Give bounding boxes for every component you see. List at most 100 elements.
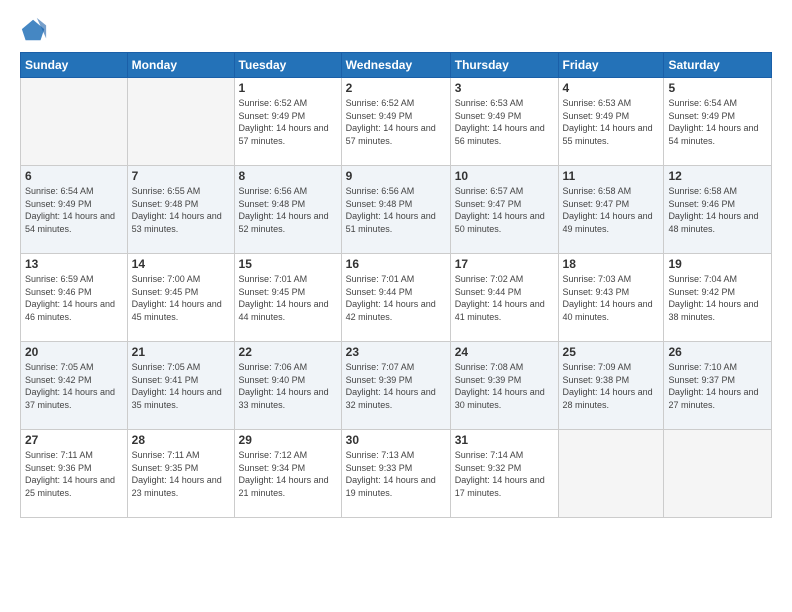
day-info: Sunrise: 7:12 AM Sunset: 9:34 PM Dayligh… — [239, 449, 337, 499]
day-info: Sunrise: 7:11 AM Sunset: 9:35 PM Dayligh… — [132, 449, 230, 499]
day-info: Sunrise: 7:08 AM Sunset: 9:39 PM Dayligh… — [455, 361, 554, 411]
day-number: 22 — [239, 345, 337, 359]
day-number: 16 — [346, 257, 446, 271]
day-info: Sunrise: 7:10 AM Sunset: 9:37 PM Dayligh… — [668, 361, 767, 411]
day-number: 18 — [563, 257, 660, 271]
day-cell — [558, 430, 664, 518]
day-info: Sunrise: 7:14 AM Sunset: 9:32 PM Dayligh… — [455, 449, 554, 499]
weekday-header-wednesday: Wednesday — [341, 53, 450, 78]
day-cell: 13 Sunrise: 6:59 AM Sunset: 9:46 PM Dayli… — [21, 254, 128, 342]
day-info: Sunrise: 7:01 AM Sunset: 9:45 PM Dayligh… — [239, 273, 337, 323]
day-info: Sunrise: 6:52 AM Sunset: 9:49 PM Dayligh… — [239, 97, 337, 147]
header — [20, 16, 772, 44]
day-info: Sunrise: 7:03 AM Sunset: 9:43 PM Dayligh… — [563, 273, 660, 323]
day-number: 19 — [668, 257, 767, 271]
week-row-1: 1 Sunrise: 6:52 AM Sunset: 9:49 PM Daylig… — [21, 78, 772, 166]
day-number: 28 — [132, 433, 230, 447]
day-number: 25 — [563, 345, 660, 359]
day-number: 12 — [668, 169, 767, 183]
day-number: 6 — [25, 169, 123, 183]
day-number: 2 — [346, 81, 446, 95]
week-row-3: 13 Sunrise: 6:59 AM Sunset: 9:46 PM Dayli… — [21, 254, 772, 342]
day-info: Sunrise: 7:13 AM Sunset: 9:33 PM Dayligh… — [346, 449, 446, 499]
day-cell: 9 Sunrise: 6:56 AM Sunset: 9:48 PM Daylig… — [341, 166, 450, 254]
day-cell: 6 Sunrise: 6:54 AM Sunset: 9:49 PM Daylig… — [21, 166, 128, 254]
day-number: 26 — [668, 345, 767, 359]
day-number: 21 — [132, 345, 230, 359]
day-info: Sunrise: 6:56 AM Sunset: 9:48 PM Dayligh… — [239, 185, 337, 235]
day-number: 30 — [346, 433, 446, 447]
day-number: 7 — [132, 169, 230, 183]
day-cell: 29 Sunrise: 7:12 AM Sunset: 9:34 PM Dayli… — [234, 430, 341, 518]
weekday-header-saturday: Saturday — [664, 53, 772, 78]
weekday-header-row: SundayMondayTuesdayWednesdayThursdayFrid… — [21, 53, 772, 78]
day-cell: 25 Sunrise: 7:09 AM Sunset: 9:38 PM Dayli… — [558, 342, 664, 430]
day-info: Sunrise: 6:53 AM Sunset: 9:49 PM Dayligh… — [455, 97, 554, 147]
day-number: 4 — [563, 81, 660, 95]
day-cell — [127, 78, 234, 166]
day-number: 24 — [455, 345, 554, 359]
day-info: Sunrise: 6:56 AM Sunset: 9:48 PM Dayligh… — [346, 185, 446, 235]
day-cell: 17 Sunrise: 7:02 AM Sunset: 9:44 PM Dayli… — [450, 254, 558, 342]
day-cell — [664, 430, 772, 518]
day-cell — [21, 78, 128, 166]
day-info: Sunrise: 7:07 AM Sunset: 9:39 PM Dayligh… — [346, 361, 446, 411]
day-cell: 1 Sunrise: 6:52 AM Sunset: 9:49 PM Daylig… — [234, 78, 341, 166]
day-info: Sunrise: 6:58 AM Sunset: 9:46 PM Dayligh… — [668, 185, 767, 235]
day-info: Sunrise: 6:55 AM Sunset: 9:48 PM Dayligh… — [132, 185, 230, 235]
day-info: Sunrise: 7:09 AM Sunset: 9:38 PM Dayligh… — [563, 361, 660, 411]
weekday-header-thursday: Thursday — [450, 53, 558, 78]
day-info: Sunrise: 7:02 AM Sunset: 9:44 PM Dayligh… — [455, 273, 554, 323]
day-number: 17 — [455, 257, 554, 271]
day-info: Sunrise: 6:59 AM Sunset: 9:46 PM Dayligh… — [25, 273, 123, 323]
day-info: Sunrise: 6:58 AM Sunset: 9:47 PM Dayligh… — [563, 185, 660, 235]
weekday-header-tuesday: Tuesday — [234, 53, 341, 78]
day-cell: 20Sunrise: 7:05 AM Sunset: 9:42 PM Dayli… — [21, 342, 128, 430]
day-number: 1 — [239, 81, 337, 95]
day-cell: 8 Sunrise: 6:56 AM Sunset: 9:48 PM Daylig… — [234, 166, 341, 254]
day-info: Sunrise: 7:00 AM Sunset: 9:45 PM Dayligh… — [132, 273, 230, 323]
day-cell: 24 Sunrise: 7:08 AM Sunset: 9:39 PM Dayli… — [450, 342, 558, 430]
day-cell: 31Sunrise: 7:14 AM Sunset: 9:32 PM Dayli… — [450, 430, 558, 518]
day-info: Sunrise: 7:06 AM Sunset: 9:40 PM Dayligh… — [239, 361, 337, 411]
day-number: 5 — [668, 81, 767, 95]
day-number: 11 — [563, 169, 660, 183]
day-cell: 5 Sunrise: 6:54 AM Sunset: 9:49 PM Daylig… — [664, 78, 772, 166]
day-cell: 14Sunrise: 7:00 AM Sunset: 9:45 PM Dayli… — [127, 254, 234, 342]
weekday-header-monday: Monday — [127, 53, 234, 78]
day-cell: 23 Sunrise: 7:07 AM Sunset: 9:39 PM Dayli… — [341, 342, 450, 430]
day-cell: 22 Sunrise: 7:06 AM Sunset: 9:40 PM Dayli… — [234, 342, 341, 430]
day-cell: 19 Sunrise: 7:04 AM Sunset: 9:42 PM Dayli… — [664, 254, 772, 342]
day-cell: 4 Sunrise: 6:53 AM Sunset: 9:49 PM Daylig… — [558, 78, 664, 166]
day-info: Sunrise: 6:54 AM Sunset: 9:49 PM Dayligh… — [668, 97, 767, 147]
day-cell: 16 Sunrise: 7:01 AM Sunset: 9:44 PM Dayli… — [341, 254, 450, 342]
day-number: 29 — [239, 433, 337, 447]
day-cell: 7 Sunrise: 6:55 AM Sunset: 9:48 PM Daylig… — [127, 166, 234, 254]
day-cell: 11 Sunrise: 6:58 AM Sunset: 9:47 PM Dayli… — [558, 166, 664, 254]
day-info: Sunrise: 6:57 AM Sunset: 9:47 PM Dayligh… — [455, 185, 554, 235]
day-info: Sunrise: 6:54 AM Sunset: 9:49 PM Dayligh… — [25, 185, 123, 235]
day-number: 20 — [25, 345, 123, 359]
day-number: 15 — [239, 257, 337, 271]
day-cell: 10 Sunrise: 6:57 AM Sunset: 9:47 PM Dayli… — [450, 166, 558, 254]
calendar: SundayMondayTuesdayWednesdayThursdayFrid… — [20, 52, 772, 518]
day-number: 9 — [346, 169, 446, 183]
day-number: 23 — [346, 345, 446, 359]
day-info: Sunrise: 6:53 AM Sunset: 9:49 PM Dayligh… — [563, 97, 660, 147]
day-cell: 2Sunrise: 6:52 AM Sunset: 9:49 PM Daylig… — [341, 78, 450, 166]
day-number: 8 — [239, 169, 337, 183]
day-cell: 12 Sunrise: 6:58 AM Sunset: 9:46 PM Dayli… — [664, 166, 772, 254]
day-cell: 27Sunrise: 7:11 AM Sunset: 9:36 PM Dayli… — [21, 430, 128, 518]
logo-icon — [20, 16, 48, 44]
weekday-header-friday: Friday — [558, 53, 664, 78]
day-info: Sunrise: 7:01 AM Sunset: 9:44 PM Dayligh… — [346, 273, 446, 323]
day-cell: 26 Sunrise: 7:10 AM Sunset: 9:37 PM Dayli… — [664, 342, 772, 430]
day-cell: 3Sunrise: 6:53 AM Sunset: 9:49 PM Daylig… — [450, 78, 558, 166]
day-cell: 28 Sunrise: 7:11 AM Sunset: 9:35 PM Dayli… — [127, 430, 234, 518]
day-info: Sunrise: 7:05 AM Sunset: 9:41 PM Dayligh… — [132, 361, 230, 411]
weekday-header-sunday: Sunday — [21, 53, 128, 78]
day-number: 10 — [455, 169, 554, 183]
day-info: Sunrise: 7:04 AM Sunset: 9:42 PM Dayligh… — [668, 273, 767, 323]
day-number: 13 — [25, 257, 123, 271]
week-row-5: 27Sunrise: 7:11 AM Sunset: 9:36 PM Dayli… — [21, 430, 772, 518]
